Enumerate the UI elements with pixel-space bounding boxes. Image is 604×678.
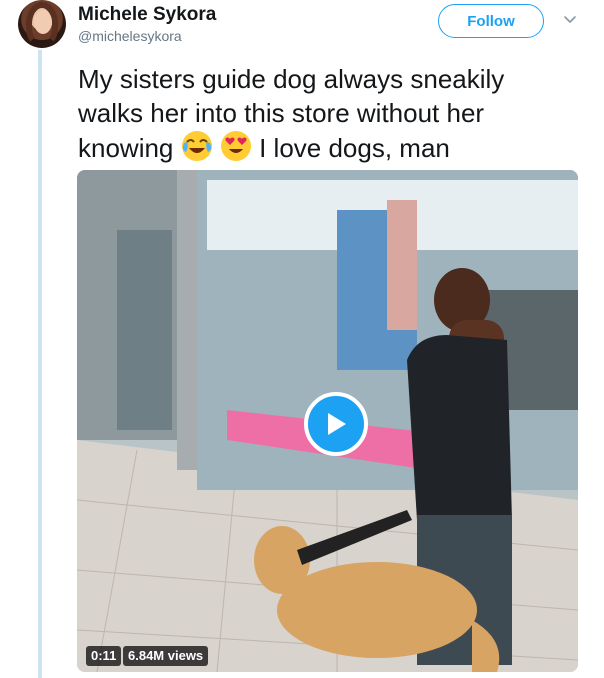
video-views-badge: 6.84M views	[123, 646, 209, 666]
follow-button[interactable]: Follow	[438, 4, 544, 38]
tweet-text-segment: knowing	[78, 133, 174, 163]
tweet-text-line: My sisters guide dog always sneakily	[78, 64, 505, 94]
tweet-text-line: knowing I love dogs, man	[78, 130, 578, 165]
play-icon	[328, 413, 346, 435]
avatar-face	[34, 10, 52, 34]
smiling-face-with-heart-eyes-icon	[220, 131, 251, 161]
thread-line	[38, 50, 42, 678]
video-duration-badge: 0:11	[86, 646, 122, 666]
tweet-text-line: walks her into this store without her	[78, 98, 485, 128]
user-name[interactable]: Michele Sykora	[78, 4, 216, 26]
tweet-text: My sisters guide dog always sneakily wal…	[78, 62, 578, 165]
face-with-tears-of-joy-icon	[181, 131, 212, 161]
chevron-down-icon[interactable]	[560, 10, 580, 30]
play-button[interactable]	[304, 392, 368, 456]
avatar[interactable]	[18, 0, 66, 48]
user-handle[interactable]: @michelesykora	[78, 28, 182, 44]
tweet-text-segment: I love dogs, man	[259, 133, 450, 163]
